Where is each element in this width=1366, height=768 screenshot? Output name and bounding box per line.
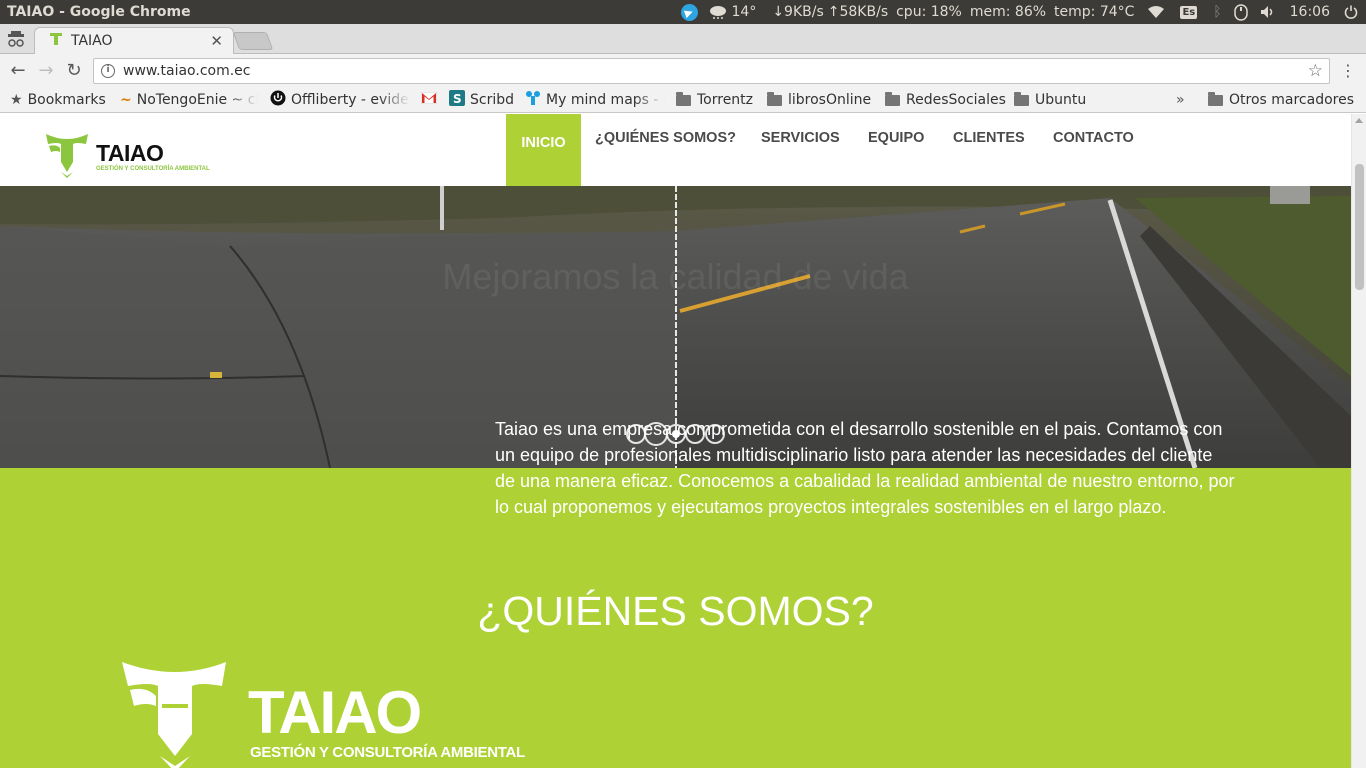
folder-icon xyxy=(767,91,782,106)
wifi-icon[interactable] xyxy=(1148,0,1165,24)
logo-tagline: GESTIÓN Y CONSULTORÍA AMBIENTAL xyxy=(96,166,210,172)
chrome-menu-icon[interactable]: ⋮ xyxy=(1340,61,1356,81)
hero-caption: Mejoramos la calidad de vida xyxy=(442,256,909,297)
other-bookmarks[interactable]: Otros marcadores xyxy=(1208,90,1354,110)
taiao-favicon-icon xyxy=(49,32,63,50)
cloud-snow-icon xyxy=(709,6,726,19)
nav-servicios[interactable]: SERVICIOS xyxy=(761,114,840,186)
scrollbar-thumb[interactable] xyxy=(1355,164,1364,290)
browser-toolbar: ← → ↻ i www.taiao.com.ec ☆ ⋮ xyxy=(0,54,1366,88)
bookmark-notengoenie[interactable]: ~ NoTengoEnie ~ cl xyxy=(120,90,258,110)
bookmark-librosonline[interactable]: librosOnline xyxy=(767,90,871,110)
os-top-panel: TAIAO - Google Chrome 14° ↓9KB/s ↑58KB/s… xyxy=(0,0,1366,24)
folder-icon xyxy=(1208,91,1223,106)
taiao-logo-icon xyxy=(46,134,88,178)
site-navbar: TAIAO GESTIÓN Y CONSULTORÍA AMBIENTAL IN… xyxy=(0,114,1351,186)
telegram-icon[interactable] xyxy=(680,0,698,24)
tab-taiao[interactable]: TAIAO ✕ xyxy=(34,27,234,54)
svg-text:S: S xyxy=(453,92,462,106)
bookmark-redessociales[interactable]: RedesSociales xyxy=(885,90,1006,110)
nav-clientes[interactable]: CLIENTES xyxy=(953,114,1025,186)
tab-close-icon[interactable]: ✕ xyxy=(210,32,223,50)
folder-icon xyxy=(676,91,691,106)
taiao-logo-large-icon xyxy=(122,662,226,768)
folder-icon xyxy=(1014,91,1029,106)
bookmark-star-icon[interactable]: ☆ xyxy=(1308,61,1323,81)
bookmark-scribd[interactable]: S Scribd xyxy=(449,90,514,110)
net-up: ↑58KB/s xyxy=(827,4,889,20)
cpu-readout: cpu: 18% xyxy=(896,4,962,20)
logo-wordmark: TAIAO xyxy=(96,140,164,166)
bluetooth-icon[interactable]: ᛒ xyxy=(1213,0,1221,24)
power-menu-icon[interactable] xyxy=(1344,0,1358,24)
url-text[interactable]: www.taiao.com.ec xyxy=(123,63,250,79)
site-info-icon[interactable]: i xyxy=(101,64,115,78)
bookmark-torrentz[interactable]: Torrentz xyxy=(676,90,753,110)
clock[interactable]: 16:06 xyxy=(1290,0,1330,24)
forward-arrow-icon[interactable]: → xyxy=(36,61,56,81)
bookmark-gmail[interactable] xyxy=(421,90,442,110)
new-tab-button[interactable] xyxy=(232,32,274,50)
tab-strip: TAIAO ✕ xyxy=(0,24,1366,54)
nav-contacto[interactable]: CONTACTO xyxy=(1053,114,1134,186)
bookmark-bookmarks[interactable]: ★ Bookmarks xyxy=(10,90,106,110)
bookmark-mind-maps[interactable]: My mind maps - N xyxy=(525,90,665,110)
mem-readout: mem: 86% xyxy=(969,4,1047,20)
scribd-icon: S xyxy=(449,90,465,110)
folder-icon xyxy=(885,91,900,106)
about-logo: TAIAO GESTIÓN Y CONSULTORÍA AMBIENTAL xyxy=(120,660,525,768)
notengoenie-icon: ~ xyxy=(120,92,132,108)
window-title: TAIAO - Google Chrome xyxy=(7,4,191,20)
temp-readout: temp: 74°C xyxy=(1054,4,1135,20)
system-indicators: 14° ↓9KB/s ↑58KB/s cpu: 18% mem: 86% tem… xyxy=(671,0,1359,24)
site-logo[interactable]: TAIAO GESTIÓN Y CONSULTORÍA AMBIENTAL xyxy=(44,132,210,180)
tab-title: TAIAO xyxy=(71,33,113,49)
bookmark-label: RedesSociales xyxy=(906,92,1006,108)
power-icon xyxy=(270,90,286,110)
gmail-icon xyxy=(421,91,438,108)
about-title: ¿QUIÉNES SOMOS? xyxy=(477,588,874,634)
bookmark-label: Torrentz xyxy=(697,92,754,108)
page-viewport: TAIAO GESTIÓN Y CONSULTORÍA AMBIENTAL IN… xyxy=(0,114,1351,768)
page-scrollbar[interactable] xyxy=(1351,114,1366,768)
about-logo-wordmark: TAIAO xyxy=(248,679,422,746)
scroll-up-arrow-icon[interactable] xyxy=(1355,118,1363,123)
weather-temp: 14° xyxy=(731,4,757,20)
weather-indicator[interactable]: 14° xyxy=(708,0,757,24)
keyboard-layout-label: Es xyxy=(1180,5,1198,19)
mouse-icon[interactable] xyxy=(1233,0,1248,24)
bookmark-label: Scribd xyxy=(470,92,515,108)
nav-inicio[interactable]: INICIO xyxy=(506,114,581,186)
address-bar[interactable]: i www.taiao.com.ec ☆ xyxy=(93,58,1330,84)
about-paragraph: Taiao es una empresa comprometida con el… xyxy=(495,419,1235,517)
nav-quienes-somos[interactable]: ¿QUIÉNES SOMOS? xyxy=(595,114,736,186)
bookmarks-overflow-chevron-icon[interactable]: » xyxy=(1176,90,1185,110)
bookmark-label: Offliberty - evide xyxy=(291,92,409,108)
star-icon: ★ xyxy=(10,92,23,108)
keyboard-layout[interactable]: Es xyxy=(1180,0,1198,24)
volume-icon[interactable] xyxy=(1260,0,1276,24)
bookmark-label: NoTengoEnie ~ cl xyxy=(136,92,258,108)
reload-icon[interactable]: ↻ xyxy=(64,61,84,81)
back-arrow-icon[interactable]: ← xyxy=(8,61,28,81)
bookmarks-bar: ★ Bookmarks ~ NoTengoEnie ~ cl Offlibert… xyxy=(0,88,1366,113)
about-logo-tagline: GESTIÓN Y CONSULTORÍA AMBIENTAL xyxy=(250,744,525,761)
bookmark-offliberty[interactable]: Offliberty - evide xyxy=(270,90,410,110)
bookmark-label: Bookmarks xyxy=(27,92,106,108)
bookmark-label: librosOnline xyxy=(788,92,872,108)
bookmark-ubuntu[interactable]: Ubuntu xyxy=(1014,90,1086,110)
bookmark-label: Ubuntu xyxy=(1035,92,1087,108)
bookmark-label: My mind maps - N xyxy=(546,92,665,108)
mindmaps-icon xyxy=(525,90,541,110)
other-bookmarks-label: Otros marcadores xyxy=(1229,92,1355,108)
profile-icon[interactable] xyxy=(6,30,26,48)
net-down: ↓9KB/s xyxy=(772,4,824,20)
nav-equipo[interactable]: EQUIPO xyxy=(868,114,924,186)
